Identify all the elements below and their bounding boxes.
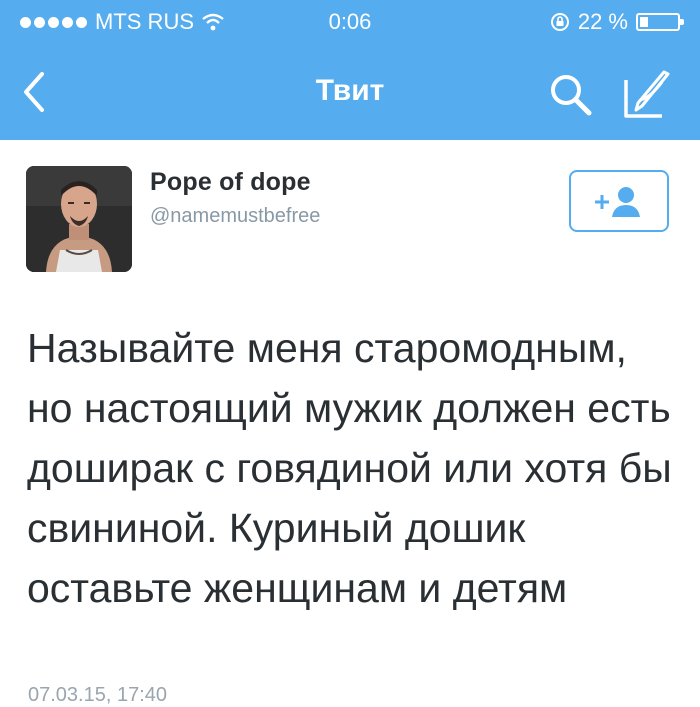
battery-group: 22 % [550, 9, 684, 35]
page-title: Твит [315, 74, 385, 107]
rotation-lock-icon [550, 13, 569, 31]
author-avatar[interactable] [26, 166, 132, 272]
tweet-timestamp: 07.03.15, 17:40 [28, 684, 168, 706]
author-handle[interactable]: @namemustbefree [150, 205, 320, 228]
battery-icon [636, 13, 684, 31]
follow-button[interactable] [569, 170, 669, 232]
compose-icon[interactable] [622, 70, 676, 120]
navigation-bar: Твит [0, 42, 700, 140]
search-icon[interactable] [548, 72, 594, 118]
battery-percent: 22 % [577, 9, 628, 34]
add-user-icon [595, 187, 640, 217]
status-bar: MTS RUS 0:06 22 % [0, 0, 700, 42]
avatar-image [26, 166, 132, 272]
app-header: MTS RUS 0:06 22 % Твит [0, 0, 700, 140]
author-name[interactable]: Pope of dope [150, 168, 311, 197]
tweet-text: Называйте меня старомодным, но настоящий… [27, 325, 672, 611]
